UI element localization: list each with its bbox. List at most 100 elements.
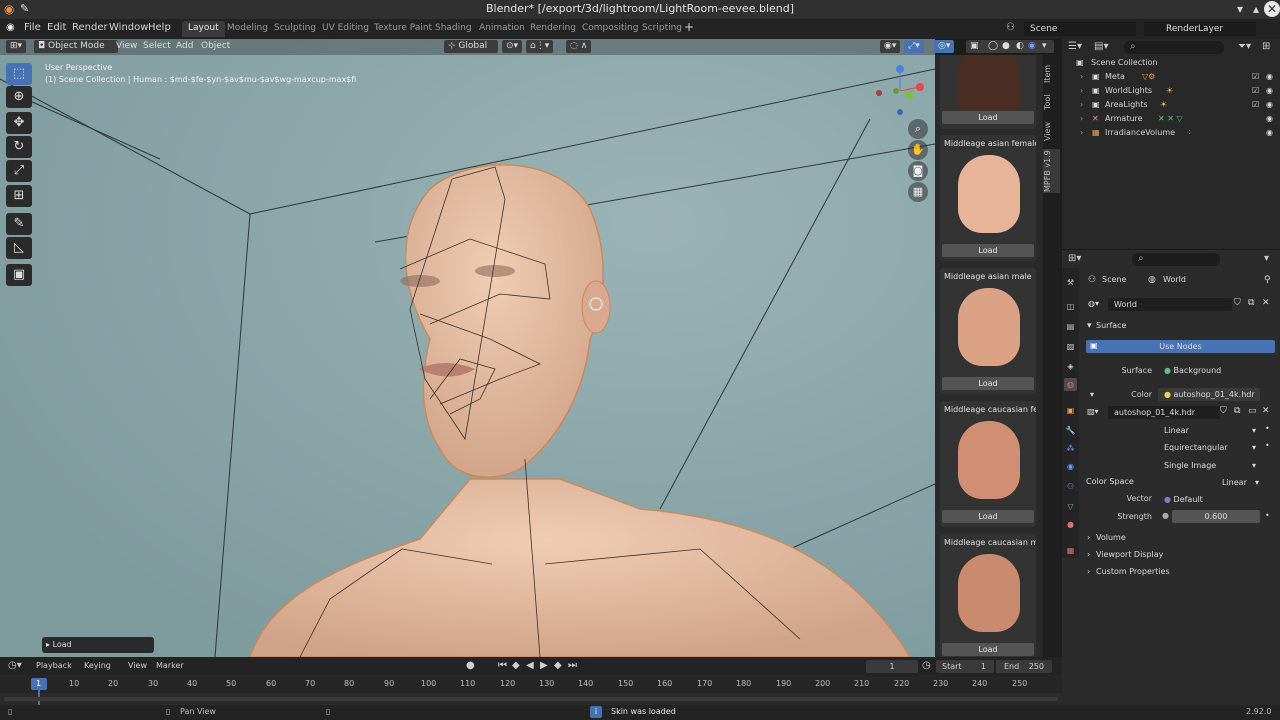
custom-properties-section[interactable]: Custom Properties [1096, 567, 1170, 576]
surface-section[interactable]: Surface [1096, 321, 1126, 330]
expand-icon[interactable]: › [1087, 567, 1090, 576]
properties-search-input[interactable]: ⌕ [1132, 253, 1220, 266]
display-mode-icon[interactable]: ▤▾ [1094, 41, 1108, 52]
ortho-grid-icon[interactable]: ▦ [908, 182, 928, 202]
eye-icon[interactable]: ◉ [1266, 86, 1273, 95]
timeline[interactable]: 1 10 20 30 40 50 60 70 80 90 100 110 120… [0, 675, 1062, 705]
menu-playback[interactable]: Playback [36, 661, 72, 670]
start-frame-field[interactable]: Start 1 [936, 660, 994, 673]
particles-tab-icon[interactable]: ⁂ [1064, 442, 1077, 455]
expand-icon[interactable]: › [1080, 100, 1083, 109]
scene-selector[interactable]: Scene [1024, 22, 1136, 36]
zoom-icon[interactable]: ⌕ [908, 119, 928, 139]
add-workspace-icon[interactable]: + [684, 20, 694, 34]
color-value[interactable]: ● autoshop_01_4k.hdr [1158, 388, 1260, 401]
minimize-icon[interactable]: ▾ [1232, 1, 1248, 17]
pin-icon[interactable]: ⚲ [1264, 275, 1271, 285]
outliner-item[interactable]: › ▦ IrradianceVolume ⁘ ◉ [1062, 127, 1280, 141]
data-tab-icon[interactable]: ▽ [1064, 500, 1077, 513]
scene-tab-icon[interactable]: ◈ [1064, 360, 1077, 373]
texture-tab-icon[interactable]: ▦ [1064, 544, 1077, 557]
colorspace-select[interactable]: Linear ▾ [1216, 476, 1262, 489]
output-tab-icon[interactable]: ▤ [1064, 320, 1077, 333]
object-tab-icon[interactable]: ▣ [1064, 404, 1077, 417]
outliner-search-input[interactable]: ⌕ [1124, 41, 1224, 54]
material-tab-icon[interactable]: ● [1064, 518, 1077, 531]
outliner-item[interactable]: › ✕ Armature ✕ ✕ ▽ ◉ [1062, 113, 1280, 127]
timeline-scrollbar[interactable] [4, 697, 1058, 701]
wireframe-shading-icon[interactable]: ◯ [988, 40, 998, 53]
keyframe-dot-icon[interactable]: • [1265, 511, 1270, 520]
menu-help[interactable]: Help [148, 22, 171, 33]
blender-menu-icon[interactable]: ◉ [6, 22, 15, 33]
open-folder-icon[interactable]: ▭ [1248, 406, 1257, 416]
menu-marker[interactable]: Marker [156, 661, 184, 670]
checkbox-icon[interactable]: ☑ [1252, 86, 1259, 95]
modifier-tab-icon[interactable]: 🔧 [1064, 424, 1077, 437]
skin-thumbnail[interactable] [958, 554, 1020, 632]
tab-view[interactable]: View [1043, 119, 1060, 145]
timeline-editor-icon[interactable]: ◷▾ [8, 660, 22, 671]
tab-uv-editing[interactable]: UV Editing [316, 21, 375, 37]
clock-icon[interactable]: ◷ [922, 660, 931, 671]
pan-hand-icon[interactable]: ✋ [908, 140, 928, 160]
tab-tool[interactable]: Tool [1043, 89, 1060, 115]
unlink-icon[interactable]: ✕ [1262, 406, 1270, 416]
outliner-root[interactable]: ▣ Scene Collection [1062, 57, 1280, 71]
tab-sculpting[interactable]: Sculpting [268, 21, 322, 37]
navigation-gizmo[interactable] [870, 61, 930, 121]
interpolation-select[interactable]: Linear ▾ [1158, 424, 1260, 437]
solid-shading-icon[interactable]: ● [1002, 40, 1010, 53]
visibility-icon[interactable]: ◉▾ [880, 40, 901, 53]
new-collection-icon[interactable]: ⊞ [1262, 41, 1270, 52]
menu-object[interactable]: Object [197, 40, 234, 53]
snap-icon[interactable]: ⌂⋮▾ [526, 40, 554, 53]
duplicate-icon[interactable]: ⧉ [1248, 298, 1254, 308]
vector-value[interactable]: ● Default [1158, 493, 1260, 506]
jump-end-icon[interactable]: ⏭ [568, 660, 577, 671]
select-box-tool[interactable]: ⬚ [6, 63, 32, 85]
outliner-editor-icon[interactable]: ☰▾ [1068, 41, 1082, 52]
close-icon[interactable]: ✕ [1264, 1, 1280, 17]
menu-add[interactable]: Add [172, 40, 197, 53]
render-tab-icon[interactable]: ◫ [1064, 300, 1077, 313]
end-frame-field[interactable]: End 250 [996, 660, 1052, 673]
jump-start-icon[interactable]: ⏮ [498, 660, 507, 671]
tab-item[interactable]: Item [1043, 61, 1060, 87]
chevron-down-icon[interactable]: ▾ [1264, 253, 1269, 264]
current-frame-field[interactable]: 1 [866, 660, 918, 673]
world-tab-icon[interactable]: ◍ [1064, 378, 1077, 391]
keyframe-dot-icon[interactable]: • [1265, 441, 1270, 450]
expand-icon[interactable]: › [1080, 86, 1083, 95]
camera-view-icon[interactable]: ◙ [908, 161, 928, 181]
maximize-icon[interactable]: ▴ [1248, 1, 1264, 17]
tab-compositing[interactable]: Compositing [576, 21, 644, 37]
expand-icon[interactable]: › [1087, 533, 1090, 542]
context-scene[interactable]: Scene [1102, 275, 1126, 284]
expand-icon[interactable]: › [1080, 114, 1083, 123]
tool-tab-icon[interactable]: ⚒ [1064, 276, 1077, 289]
material-shading-icon[interactable]: ◐ [1016, 40, 1024, 53]
menu-edit[interactable]: Edit [47, 22, 66, 33]
physics-tab-icon[interactable]: ◉ [1064, 460, 1077, 473]
overlay-toggle-icon[interactable]: ◎▾ [934, 40, 955, 53]
editor-type-icon[interactable]: ⊞▾ [6, 40, 27, 53]
outliner-item[interactable]: › ▣ WorldLights ☀ ☑ ◉ [1062, 85, 1280, 99]
unlink-icon[interactable]: ✕ [1262, 298, 1270, 308]
duplicate-icon[interactable]: ⧉ [1234, 406, 1240, 416]
move-tool[interactable]: ✥ [6, 112, 32, 134]
menu-view[interactable]: View [128, 661, 147, 670]
load-skin-button[interactable]: Load [942, 111, 1034, 124]
view-layer-tab-icon[interactable]: ▨ [1064, 340, 1077, 353]
tab-modeling[interactable]: Modeling [221, 21, 274, 37]
expand-icon[interactable]: › [1080, 128, 1083, 137]
rendered-shading-icon[interactable]: ◉ [1028, 40, 1036, 53]
filter-icon[interactable]: ⏷▾ [1238, 41, 1251, 52]
outliner-item[interactable]: › ▣ AreaLights ☀ ☑ ◉ [1062, 99, 1280, 113]
strength-field[interactable]: 0.600 [1172, 510, 1260, 523]
menu-window[interactable]: Window [109, 22, 148, 33]
tab-mpfb[interactable]: MPFB v1.9 [1043, 149, 1060, 193]
annotate-tool[interactable]: ✎ [6, 213, 32, 235]
next-keyframe-icon[interactable]: ◆ [554, 660, 562, 671]
outliner-item[interactable]: › ▣ Meta ▽⚙ ☑ ◉ [1062, 71, 1280, 85]
